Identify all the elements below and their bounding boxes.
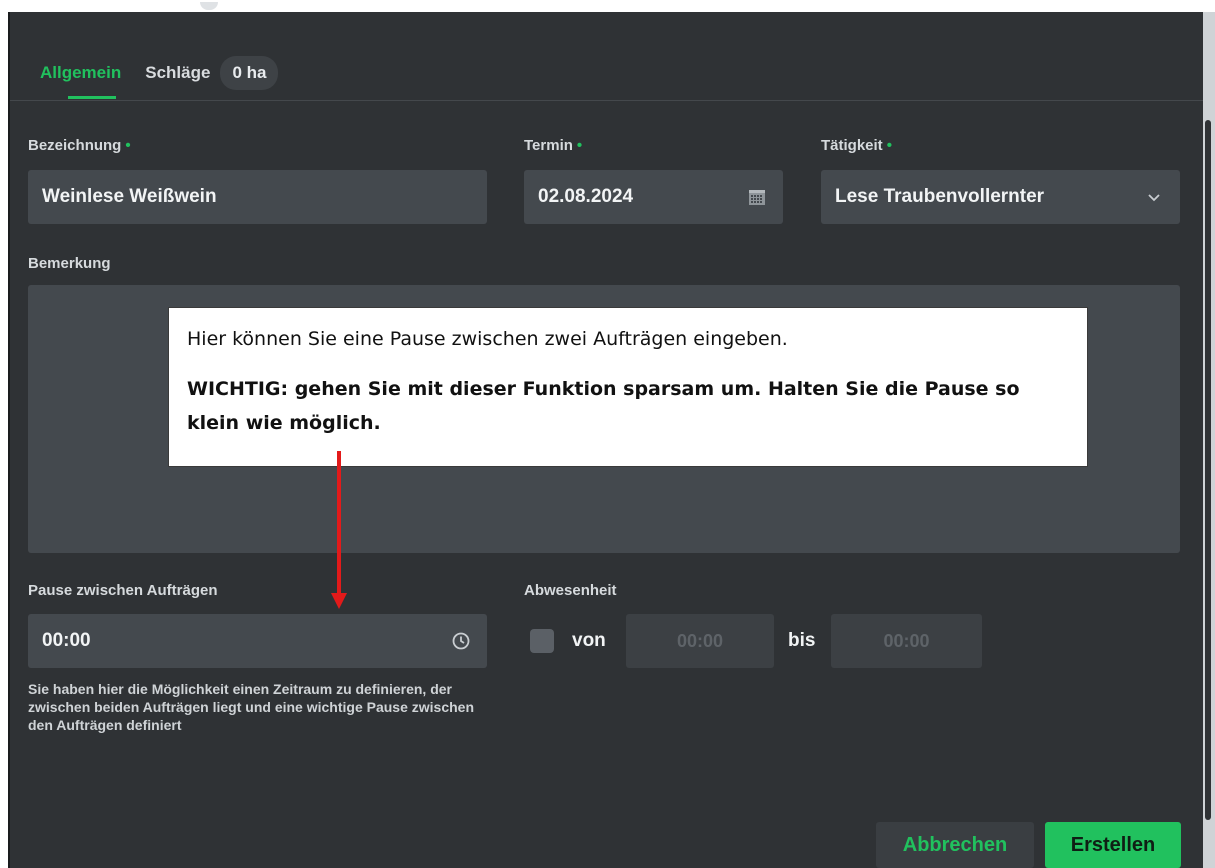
scrollbar-thumb[interactable]	[1205, 120, 1211, 820]
taetigkeit-label-text: Tätigkeit	[821, 137, 883, 154]
bis-time-input[interactable]: 00:00	[831, 614, 982, 668]
window-frame-left	[0, 0, 8, 868]
bezeichnung-input[interactable]: Weinlese Weißwein	[28, 170, 487, 224]
taetigkeit-value: Lese Traubenvollernter	[835, 186, 1045, 207]
bezeichnung-label-text: Bezeichnung	[28, 137, 122, 154]
bezeichnung-label: Bezeichnung •	[28, 137, 131, 154]
active-tab-indicator	[68, 96, 116, 99]
create-button[interactable]: Erstellen	[1045, 822, 1181, 868]
window-frame-border	[8, 12, 10, 868]
clock-icon[interactable]	[451, 631, 471, 651]
pause-time-input[interactable]: 00:00	[28, 614, 487, 668]
taetigkeit-select[interactable]: Lese Traubenvollernter	[821, 170, 1180, 224]
pause-hint: Sie haben hier die Möglichkeit einen Zei…	[28, 681, 475, 733]
abwesenheit-label: Abwesenheit	[524, 582, 617, 599]
callout-text: Hier können Sie eine Pause zwischen zwei…	[187, 328, 788, 350]
callout-warning: WICHTIG: gehen Sie mit dieser Funktion s…	[187, 378, 1020, 434]
pause-label: Pause zwischen Aufträgen	[28, 582, 218, 599]
required-marker: •	[886, 137, 892, 154]
abwesenheit-checkbox[interactable]	[530, 629, 554, 653]
required-marker: •	[576, 137, 583, 154]
cancel-button[interactable]: Abbrechen	[876, 822, 1034, 868]
taetigkeit-label: Tätigkeit •	[821, 137, 892, 154]
tab-bar: Allgemein Schläge 0 ha	[40, 56, 279, 90]
tab-divider	[10, 100, 1203, 101]
annotation-callout: Hier können Sie eine Pause zwischen zwei…	[168, 307, 1088, 467]
termin-date-input[interactable]: 02.08.2024	[524, 170, 783, 224]
dialog-title-fragment	[196, 0, 222, 14]
tab-allgemein[interactable]: Allgemein	[40, 63, 121, 83]
chevron-down-icon[interactable]	[1144, 187, 1164, 207]
area-badge: 0 ha	[220, 56, 279, 90]
bezeichnung-value: Weinlese Weißwein	[42, 186, 217, 207]
calendar-icon[interactable]	[747, 187, 767, 207]
termin-value: 02.08.2024	[538, 186, 634, 207]
tab-schlaege[interactable]: Schläge	[145, 63, 210, 83]
bemerkung-label: Bemerkung	[28, 255, 111, 272]
window-frame-top	[0, 0, 1215, 12]
pause-value: 00:00	[42, 630, 91, 651]
annotation-arrow	[331, 451, 347, 609]
termin-label: Termin •	[524, 137, 582, 154]
von-time-input[interactable]: 00:00	[626, 614, 774, 668]
termin-label-text: Termin	[524, 137, 573, 154]
von-label: von	[572, 630, 606, 651]
bis-label: bis	[788, 630, 816, 651]
required-marker: •	[125, 137, 131, 154]
